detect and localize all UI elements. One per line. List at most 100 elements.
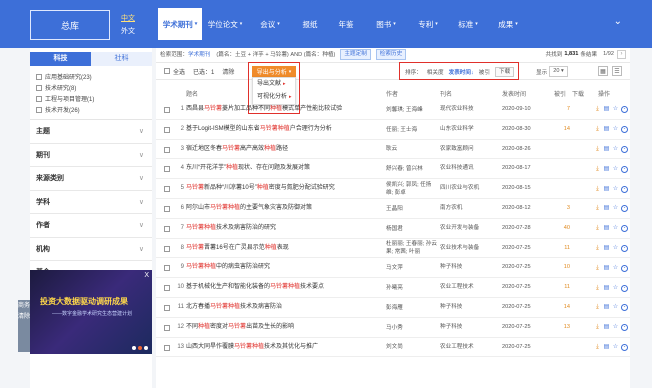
tab-resource-6[interactable]: 专利 ▾ [408, 8, 448, 40]
journal-link[interactable]: 农业科技通讯 [440, 159, 500, 179]
quote-icon[interactable]: ” [621, 145, 628, 153]
author-links[interactable]: 孙曦亮 [386, 278, 438, 298]
citation-count[interactable]: 11 [548, 239, 570, 259]
side-float-clear[interactable]: 清除 [18, 311, 30, 322]
grid-view-icon[interactable]: ▦ [598, 66, 608, 76]
scope-value[interactable]: 学术期刊 [188, 50, 210, 58]
row-checkbox[interactable] [164, 166, 170, 173]
col-cite[interactable]: 被引 [554, 89, 566, 98]
author-links[interactable]: 杨国君 [386, 219, 438, 239]
author-links[interactable]: 刘馨琪; 王海峰 [386, 100, 438, 120]
select-all-label[interactable]: 全选 [173, 67, 185, 76]
article-title-link[interactable]: 基于Logit-ISM模型的山东省马铃薯种植户合理行为分析 [186, 120, 386, 140]
ad-carousel-dots[interactable] [130, 346, 148, 350]
col-title[interactable]: 题名 [186, 89, 198, 98]
chevron-down-icon[interactable]: ⌄ [614, 16, 622, 27]
citation-count[interactable]: 11 [548, 278, 570, 298]
search-history-button[interactable]: 检索历史 [375, 48, 407, 60]
checkbox[interactable] [36, 106, 42, 113]
col-down[interactable]: 下载 [572, 89, 584, 98]
row-checkbox[interactable] [164, 304, 170, 311]
article-title-link[interactable]: 基于机械化生产和智能化装备的马铃薯种植技术要点 [186, 278, 386, 298]
tab-resource-5[interactable]: 图书 ▾ [364, 8, 408, 40]
read-icon[interactable]: ▤ [603, 285, 610, 292]
article-title-link[interactable]: 马铃薯晋薯16号在广灵县示范种植表现 [186, 239, 386, 259]
row-checkbox[interactable] [164, 265, 170, 272]
list-view-icon[interactable]: ☰ [612, 66, 622, 76]
download-icon[interactable]: ⤓ [594, 324, 601, 331]
download-icon[interactable]: ⤓ [594, 186, 601, 193]
citation-count[interactable]: 14 [548, 298, 570, 318]
star-icon[interactable]: ☆ [612, 324, 619, 331]
author-links[interactable]: 王晶阳 [386, 199, 438, 219]
quote-icon[interactable]: ” [621, 106, 628, 114]
close-icon[interactable]: X [144, 272, 149, 279]
star-icon[interactable]: ☆ [612, 265, 619, 272]
article-title-link[interactable]: 东川“开花洋芋”种植现状、存在问题及发展对策 [186, 159, 386, 179]
quote-icon[interactable]: ” [621, 343, 628, 351]
tab-resource-1[interactable]: 学位论文 ▾ [202, 8, 248, 40]
select-all-checkbox[interactable] [164, 68, 170, 74]
star-icon[interactable]: ☆ [612, 245, 619, 252]
star-icon[interactable]: ☆ [612, 344, 619, 351]
quote-icon[interactable]: ” [621, 244, 628, 252]
article-title-link[interactable]: 马铃薯种植中的病虫害防治研究 [186, 258, 386, 278]
col-date[interactable]: 发表时间 [502, 89, 526, 98]
quote-icon[interactable]: ” [621, 225, 628, 233]
tab-resource-8[interactable]: 成果 ▾ [488, 8, 528, 40]
row-checkbox[interactable] [164, 344, 170, 351]
author-links[interactable]: 彭海雁 [386, 298, 438, 318]
chevron-right-icon[interactable]: › [617, 49, 626, 59]
read-icon[interactable]: ▤ [603, 304, 610, 311]
citation-count[interactable]: 40 [548, 219, 570, 239]
row-checkbox[interactable] [164, 205, 170, 212]
download-icon[interactable]: ⤓ [594, 166, 601, 173]
star-icon[interactable]: ☆ [612, 126, 619, 133]
author-links[interactable]: 耿云 [386, 140, 438, 160]
library-button[interactable]: 总库 [30, 10, 110, 40]
checkbox[interactable] [36, 95, 42, 102]
quote-icon[interactable]: ” [621, 324, 628, 332]
journal-link[interactable]: 种子科技 [440, 258, 500, 278]
lang-tab-foreign[interactable]: 外文 [116, 25, 140, 38]
tab-science[interactable]: 科技 [30, 52, 91, 66]
row-checkbox[interactable] [164, 107, 170, 113]
author-links[interactable]: 马文萍 [386, 258, 438, 278]
article-title-link[interactable]: 宿迁地区冬春马铃薯高产高效种植路径 [186, 140, 386, 160]
citation-count[interactable]: 7 [548, 100, 570, 120]
journal-link[interactable]: 农业技术与装备 [440, 239, 500, 259]
quote-icon[interactable]: ” [621, 205, 628, 213]
article-title-link[interactable]: 马铃薯新品种“川凉薯10号”种植密度与氮肥分配试验研究 [186, 179, 386, 199]
author-links[interactable]: 任丽; 王士海 [386, 120, 438, 140]
download-icon[interactable]: ⤓ [594, 245, 601, 252]
page-size-selector[interactable]: 显示 20 ▾ [536, 66, 568, 77]
row-checkbox[interactable] [164, 324, 170, 331]
journal-link[interactable]: 农业开发与装备 [440, 219, 500, 239]
journal-link[interactable]: 山东农业科学 [440, 120, 500, 140]
star-icon[interactable]: ☆ [612, 166, 619, 173]
tab-resource-4[interactable]: 年鉴 [328, 8, 364, 40]
journal-link[interactable]: 农业工程技术 [440, 278, 500, 298]
citation-count[interactable]: 13 [548, 318, 570, 338]
col-author[interactable]: 作者 [386, 89, 398, 98]
download-icon[interactable]: ⤓ [594, 225, 601, 232]
star-icon[interactable]: ☆ [612, 146, 619, 153]
row-checkbox[interactable] [164, 245, 170, 252]
quote-icon[interactable]: ” [621, 126, 628, 134]
download-icon[interactable]: ⤓ [594, 285, 601, 292]
journal-link[interactable]: 农家致富顾问 [440, 140, 500, 160]
read-icon[interactable]: ▤ [603, 205, 610, 212]
journal-link[interactable]: 现代农业科技 [440, 100, 500, 120]
read-icon[interactable]: ▤ [603, 324, 610, 331]
filter-section[interactable]: 期刊 ∨ [30, 144, 152, 167]
star-icon[interactable]: ☆ [612, 304, 619, 311]
article-title-link[interactable]: 阿尔山市马铃薯种植的主要气象灾害及防御对策 [186, 199, 386, 219]
journal-link[interactable]: 四川农业与农机 [440, 179, 500, 199]
author-links[interactable]: 侯凯兴; 郭凤; 任扬维; 彭卓 [386, 179, 438, 199]
row-checkbox[interactable] [164, 285, 170, 292]
read-icon[interactable]: ▤ [603, 245, 610, 252]
star-icon[interactable]: ☆ [612, 186, 619, 193]
research-type-item[interactable]: 技术研究(8) [36, 82, 146, 93]
quote-icon[interactable]: ” [621, 165, 628, 173]
download-icon[interactable]: ⤓ [594, 304, 601, 311]
